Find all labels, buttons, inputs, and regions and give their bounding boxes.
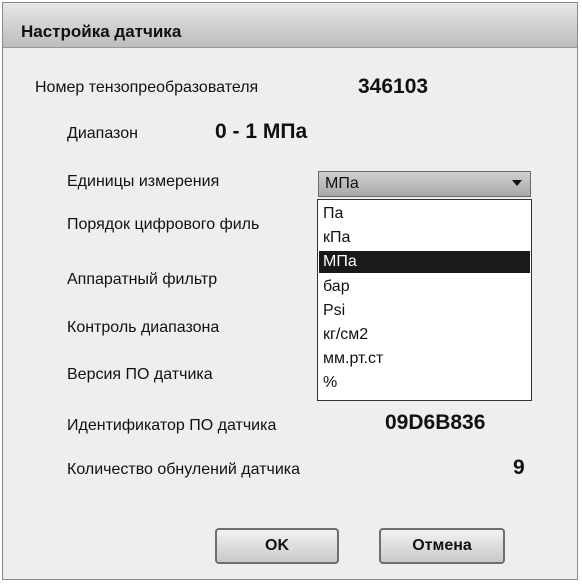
units-dropdown-list: Па кПа МПа бар Psi кг/см2 мм.рт.ст %	[317, 199, 532, 401]
units-option-bar[interactable]: бар	[319, 276, 530, 298]
units-select[interactable]: МПа	[318, 171, 531, 197]
sensor-number-value: 346103	[358, 75, 429, 98]
units-option-mmhg[interactable]: мм.рт.ст	[319, 348, 530, 370]
firmware-id-label: Идентификатор ПО датчика	[67, 417, 277, 434]
title-bar[interactable]: Настройка датчика	[3, 3, 577, 48]
range-label: Диапазон	[67, 125, 138, 142]
units-option-pa[interactable]: Па	[319, 203, 530, 225]
hardware-filter-label: Аппаратный фильтр	[67, 271, 218, 288]
units-selected-value: МПа	[325, 175, 359, 192]
units-option-kgcm2[interactable]: кг/см2	[319, 324, 530, 346]
window-title: Настройка датчика	[21, 22, 182, 41]
units-label: Единицы измерения	[67, 173, 220, 190]
zero-count-label: Количество обнулений датчика	[67, 461, 301, 478]
range-value: 0 - 1 МПа	[215, 120, 308, 143]
units-option-mpa[interactable]: МПа	[319, 251, 530, 273]
units-option-psi[interactable]: Psi	[319, 300, 530, 322]
range-control-label: Контроль диапазона	[67, 319, 220, 336]
firmware-id-value: 09D6B836	[385, 411, 486, 434]
sensor-settings-dialog: Настройка датчика Номер тензопреобразова…	[2, 2, 578, 580]
zero-count-value: 9	[513, 456, 525, 479]
ok-button[interactable]: OK	[215, 528, 339, 564]
digital-filter-label: Порядок цифрового филь	[67, 216, 260, 233]
sensor-number-label: Номер тензопреобразователя	[35, 79, 259, 96]
cancel-button[interactable]: Отмена	[379, 528, 505, 564]
units-option-percent[interactable]: %	[319, 372, 530, 394]
chevron-down-icon[interactable]	[512, 180, 522, 186]
firmware-version-label: Версия ПО датчика	[67, 366, 213, 383]
units-option-kpa[interactable]: кПа	[319, 227, 530, 249]
